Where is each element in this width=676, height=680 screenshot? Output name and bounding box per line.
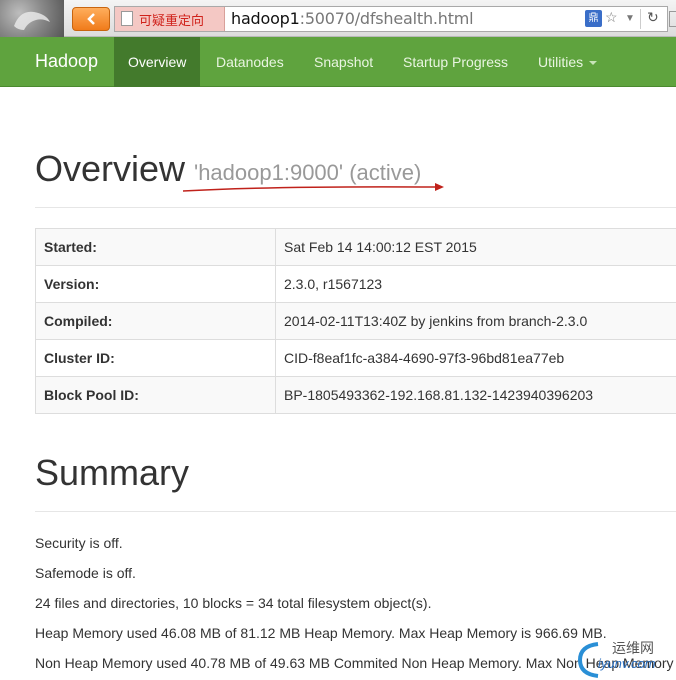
nav-startup-progress[interactable]: Startup Progress — [389, 37, 522, 87]
row-value-cluster-id: CID-f8eaf1fc-a384-4690-97f3-96bd81ea77eb — [275, 339, 676, 377]
star-icon[interactable]: ☆ — [605, 9, 618, 26]
table-row: Started: Sat Feb 14 14:00:12 EST 2015 — [35, 228, 676, 266]
extension-icon[interactable]: 鼎 — [585, 10, 602, 27]
navbar: Hadoop Overview Datanodes Snapshot Start… — [0, 37, 676, 87]
browser-logo-icon[interactable] — [0, 0, 64, 37]
navbar-brand[interactable]: Hadoop — [35, 51, 98, 72]
dropdown-icon[interactable]: ▼ — [625, 13, 635, 24]
row-key-version: Version: — [35, 265, 276, 303]
table-row: Block Pool ID: BP-1805493362-192.168.81.… — [35, 376, 676, 414]
row-key-block-pool-id: Block Pool ID: — [35, 376, 276, 414]
watermark-en: iyunv.com — [598, 656, 656, 671]
table-row: Cluster ID: CID-f8eaf1fc-a384-4690-97f3-… — [35, 339, 676, 377]
divider — [640, 9, 641, 29]
row-value-compiled: 2014-02-11T13:40Z by jenkins from branch… — [275, 302, 676, 340]
back-button[interactable] — [72, 7, 110, 31]
redirect-warning-label: 可疑重定向 — [139, 13, 205, 28]
overview-table: Started: Sat Feb 14 14:00:12 EST 2015 Ve… — [35, 228, 676, 414]
row-key-started: Started: — [35, 228, 276, 266]
reload-icon[interactable]: ↻ — [647, 9, 659, 26]
nav-snapshot[interactable]: Snapshot — [300, 37, 387, 87]
redirect-warning-badge[interactable]: 可疑重定向 — [115, 7, 225, 31]
table-row: Compiled: 2014-02-11T13:40Z by jenkins f… — [35, 302, 676, 340]
page-title: Overview — [35, 148, 186, 189]
caret-down-icon — [589, 61, 598, 66]
nav-utilities[interactable]: Utilities — [524, 37, 611, 87]
address-bar[interactable]: 可疑重定向 hadoop1:50070/dfshealth.html 鼎 ☆ ▼… — [114, 6, 676, 32]
summary-heap-memory: Heap Memory used 46.08 MB of 81.12 MB He… — [35, 625, 607, 641]
url-text[interactable]: hadoop1:50070/dfshealth.html — [231, 9, 474, 28]
annotation-arrow — [182, 183, 444, 192]
watermark-cn: 运维网 — [612, 640, 654, 656]
browser-toolbar: 可疑重定向 hadoop1:50070/dfshealth.html 鼎 ☆ ▼… — [0, 0, 676, 37]
nav-overview[interactable]: Overview — [114, 37, 201, 87]
divider — [35, 511, 676, 512]
summary-security: Security is off. — [35, 535, 123, 551]
tab-icon[interactable] — [669, 11, 676, 27]
row-key-cluster-id: Cluster ID: — [35, 339, 276, 377]
summary-title: Summary — [35, 452, 190, 493]
row-value-block-pool-id: BP-1805493362-192.168.81.132-14239403962… — [275, 376, 676, 414]
nav-datanodes[interactable]: Datanodes — [202, 37, 298, 87]
chevron-left-icon — [87, 13, 95, 25]
summary-objects: 24 files and directories, 10 blocks = 34… — [35, 595, 432, 611]
table-row: Version: 2.3.0, r1567123 — [35, 265, 676, 303]
row-key-compiled: Compiled: — [35, 302, 276, 340]
row-value-version: 2.3.0, r1567123 — [275, 265, 676, 303]
summary-safemode: Safemode is off. — [35, 565, 136, 581]
nav-utilities-label: Utilities — [538, 54, 584, 70]
page-icon — [121, 11, 133, 26]
divider — [35, 207, 676, 208]
watermark: 运维网 iyunv.com — [574, 636, 676, 680]
row-value-started: Sat Feb 14 14:00:12 EST 2015 — [275, 228, 676, 266]
